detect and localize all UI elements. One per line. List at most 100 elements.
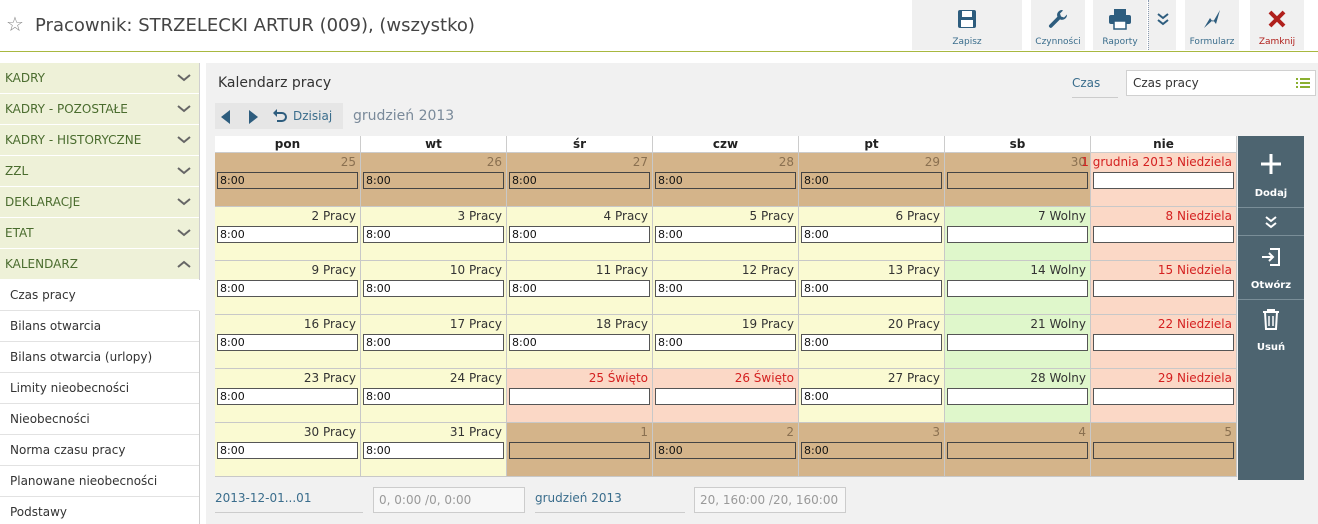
calendar-day-cell[interactable]: 2 Pracy 8:00 <box>215 207 361 261</box>
work-time-field[interactable]: 8:00 <box>217 226 358 243</box>
calendar-day-cell[interactable]: 30 <box>945 153 1091 207</box>
open-button[interactable]: Otwórz <box>1238 236 1304 300</box>
calendar-day-cell[interactable]: 31 Pracy 8:00 <box>361 423 507 477</box>
sidebar-section-zzl[interactable]: ZZL <box>0 156 199 187</box>
calendar-day-cell[interactable]: 25 8:00 <box>215 153 361 207</box>
undo-icon[interactable] <box>272 108 288 124</box>
work-time-field[interactable]: 8:00 <box>509 226 650 243</box>
work-time-field[interactable] <box>1093 334 1234 351</box>
prev-month-button[interactable] <box>221 110 230 124</box>
close-button[interactable]: Zamknij <box>1250 0 1304 50</box>
sidebar-section-kalendarz[interactable]: KALENDARZ <box>0 249 199 280</box>
work-time-field[interactable]: 8:00 <box>217 334 358 351</box>
calendar-day-cell[interactable]: 16 Pracy 8:00 <box>215 315 361 369</box>
work-time-field[interactable]: 8:00 <box>801 172 942 189</box>
work-time-field[interactable]: 8:00 <box>363 442 504 459</box>
work-time-field[interactable]: 8:00 <box>655 334 796 351</box>
work-time-field[interactable]: 8:00 <box>509 172 650 189</box>
work-time-field[interactable]: 8:00 <box>363 280 504 297</box>
calendar-day-cell[interactable]: 21 Wolny <box>945 315 1091 369</box>
calendar-day-cell[interactable]: 29 8:00 <box>799 153 945 207</box>
calendar-day-cell[interactable]: 26 Święto <box>653 369 799 423</box>
delete-button[interactable]: Usuń <box>1238 300 1304 362</box>
sidebar-item-bilans-otwarcia[interactable]: Bilans otwarcia <box>0 311 199 342</box>
calendar-day-cell[interactable]: 17 Pracy 8:00 <box>361 315 507 369</box>
work-time-field[interactable]: 8:00 <box>509 334 650 351</box>
calendar-day-cell[interactable]: 1 <box>507 423 653 477</box>
form-button[interactable]: Formularz <box>1185 0 1239 50</box>
work-time-field[interactable]: 8:00 <box>217 442 358 459</box>
work-time-field[interactable]: 8:00 <box>363 172 504 189</box>
work-time-field[interactable] <box>509 442 650 459</box>
add-button[interactable]: Dodaj <box>1238 136 1304 208</box>
work-time-field[interactable]: 8:00 <box>217 388 358 405</box>
save-button[interactable]: Zapisz <box>912 0 1022 50</box>
work-time-field[interactable]: 8:00 <box>509 280 650 297</box>
reports-button[interactable]: Raporty <box>1093 0 1147 50</box>
calendar-day-cell[interactable]: 12 Pracy 8:00 <box>653 261 799 315</box>
next-month-button[interactable] <box>249 110 258 124</box>
work-time-field[interactable]: 8:00 <box>363 388 504 405</box>
calendar-day-cell[interactable]: 3 8:00 <box>799 423 945 477</box>
calendar-day-cell[interactable]: 3 Pracy 8:00 <box>361 207 507 261</box>
today-button[interactable]: Dzisiaj <box>293 109 332 123</box>
work-time-field[interactable]: 8:00 <box>363 334 504 351</box>
calendar-day-cell[interactable]: 27 8:00 <box>507 153 653 207</box>
sidebar-item-limity-nieobecnosci[interactable]: Limity nieobecności <box>0 373 199 404</box>
calendar-day-cell[interactable]: 4 <box>945 423 1091 477</box>
sidebar-section-kadry-historyczne[interactable]: KADRY - HISTORYCZNE <box>0 125 199 156</box>
work-time-field[interactable]: 8:00 <box>655 280 796 297</box>
calendar-day-cell[interactable]: 1 grudnia 2013 Niedziela <box>1081 153 1237 207</box>
calendar-day-cell[interactable]: 5 Pracy 8:00 <box>653 207 799 261</box>
calendar-day-cell[interactable]: 5 <box>1091 423 1237 477</box>
calendar-day-cell[interactable]: 25 Święto <box>507 369 653 423</box>
calendar-day-cell[interactable]: 6 Pracy 8:00 <box>799 207 945 261</box>
sidebar-item-planowane-nieobecnosci[interactable]: Planowane nieobecności <box>0 466 199 497</box>
calendar-day-cell[interactable]: 4 Pracy 8:00 <box>507 207 653 261</box>
calendar-day-cell[interactable]: 19 Pracy 8:00 <box>653 315 799 369</box>
calendar-day-cell[interactable]: 30 Pracy 8:00 <box>215 423 361 477</box>
calendar-day-cell[interactable]: 20 Pracy 8:00 <box>799 315 945 369</box>
work-time-field[interactable]: 8:00 <box>801 334 942 351</box>
expand-button[interactable] <box>1238 208 1304 236</box>
sidebar-section-etat[interactable]: ETAT <box>0 218 199 249</box>
calendar-day-cell[interactable]: 29 Niedziela <box>1091 369 1237 423</box>
calendar-day-cell[interactable]: 26 8:00 <box>361 153 507 207</box>
calendar-day-cell[interactable]: 14 Wolny <box>945 261 1091 315</box>
sidebar-item-czas-pracy[interactable]: Czas pracy <box>0 280 200 311</box>
work-time-field[interactable] <box>947 334 1088 351</box>
calendar-day-cell[interactable]: 24 Pracy 8:00 <box>361 369 507 423</box>
work-time-field[interactable] <box>1093 172 1234 189</box>
calendar-day-cell[interactable]: 23 Pracy 8:00 <box>215 369 361 423</box>
actions-button[interactable]: Czynności <box>1031 0 1085 50</box>
calendar-day-cell[interactable]: 28 8:00 <box>653 153 799 207</box>
work-time-field[interactable] <box>1093 280 1234 297</box>
work-time-field[interactable] <box>947 280 1088 297</box>
calendar-day-cell[interactable]: 27 Pracy 8:00 <box>799 369 945 423</box>
calendar-day-cell[interactable]: 11 Pracy 8:00 <box>507 261 653 315</box>
favorite-star-icon[interactable]: ☆ <box>6 14 24 34</box>
work-time-field[interactable] <box>655 388 796 405</box>
calendar-day-cell[interactable]: 10 Pracy 8:00 <box>361 261 507 315</box>
calendar-day-cell[interactable]: 18 Pracy 8:00 <box>507 315 653 369</box>
work-time-field[interactable] <box>947 388 1088 405</box>
work-time-field[interactable] <box>947 172 1088 189</box>
work-time-field[interactable]: 8:00 <box>801 442 942 459</box>
calendar-day-cell[interactable]: 15 Niedziela <box>1091 261 1237 315</box>
work-time-field[interactable]: 8:00 <box>217 280 358 297</box>
work-time-field[interactable] <box>947 226 1088 243</box>
calendar-day-cell[interactable]: 22 Niedziela <box>1091 315 1237 369</box>
work-time-field[interactable]: 8:00 <box>217 172 358 189</box>
calendar-day-cell[interactable]: 7 Wolny <box>945 207 1091 261</box>
work-time-field[interactable] <box>509 388 650 405</box>
work-time-field[interactable] <box>1093 388 1234 405</box>
sidebar-item-norma-czasu-pracy[interactable]: Norma czasu pracy <box>0 435 199 466</box>
work-time-field[interactable]: 8:00 <box>655 226 796 243</box>
work-time-field[interactable] <box>1093 226 1234 243</box>
work-time-field[interactable]: 8:00 <box>363 226 504 243</box>
work-time-field[interactable]: 8:00 <box>801 280 942 297</box>
sidebar-section-kadry[interactable]: KADRY <box>0 63 199 94</box>
work-time-field[interactable]: 8:00 <box>801 226 942 243</box>
sidebar-item-podstawy[interactable]: Podstawy <box>0 497 199 524</box>
work-time-field[interactable]: 8:00 <box>801 388 942 405</box>
